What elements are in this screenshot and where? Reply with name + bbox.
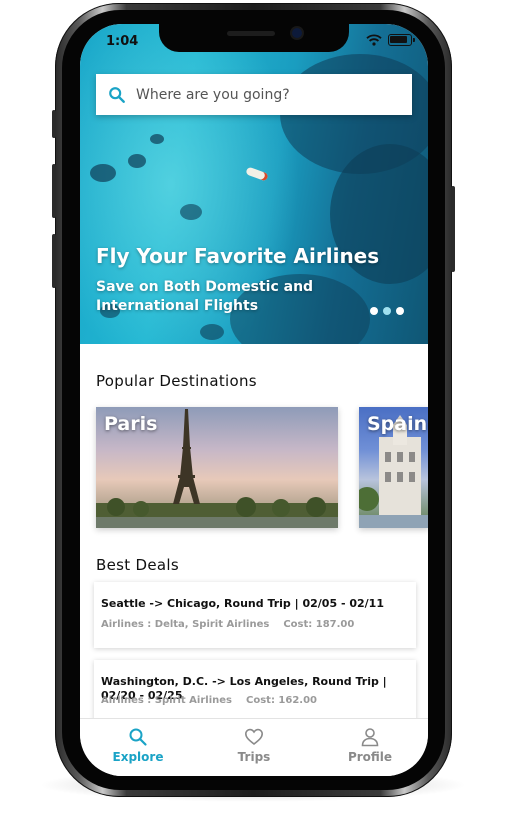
status-icons: [366, 34, 415, 46]
destination-carousel[interactable]: Paris Spain: [96, 407, 428, 529]
destination-label: Paris: [104, 413, 158, 435]
deal-card[interactable]: Seattle -> Chicago, Round Trip | 02/05 -…: [94, 582, 416, 648]
carousel-dot-active[interactable]: [383, 307, 391, 315]
reef-patch: [200, 324, 224, 340]
carousel-dot[interactable]: [370, 307, 378, 315]
wifi-icon: [366, 34, 382, 46]
battery-icon: [388, 34, 415, 46]
deal-route: Seattle -> Chicago, Round Trip | 02/05 -…: [101, 597, 384, 610]
deal-cost: Cost: 187.00: [283, 619, 355, 630]
power-button: [451, 186, 455, 272]
hero-title: Fly Your Favorite Airlines: [96, 244, 380, 268]
deal-airlines: Airlines : Delta, Spirit Airlines: [101, 619, 270, 630]
deal-airlines: Airlines : Spirit Airlines: [101, 695, 232, 706]
carousel-dot[interactable]: [396, 307, 404, 315]
tab-label: Explore: [112, 750, 164, 764]
destination-label: Spain: [367, 413, 428, 435]
front-camera: [292, 28, 302, 38]
carousel-indicator: [370, 307, 404, 315]
tab-trips[interactable]: Trips: [196, 719, 312, 776]
tab-label: Profile: [347, 750, 393, 764]
volume-down-button: [52, 234, 56, 288]
reef-patch: [128, 154, 146, 168]
popular-destinations-title: Popular Destinations: [96, 372, 257, 390]
tab-profile[interactable]: Profile: [312, 719, 428, 776]
reef-patch: [90, 164, 116, 182]
search-input[interactable]: [136, 86, 386, 103]
reef-patch: [150, 134, 164, 144]
volume-up-button: [52, 164, 56, 218]
search-bar[interactable]: [96, 74, 412, 115]
search-icon: [129, 728, 147, 746]
reef-patch: [180, 204, 202, 220]
mute-switch: [52, 110, 56, 138]
heart-icon: [244, 728, 264, 746]
deal-cost: Cost: 162.00: [246, 695, 318, 706]
tab-explore[interactable]: Explore: [80, 719, 196, 776]
user-icon: [361, 728, 379, 747]
destination-card-paris[interactable]: Paris: [96, 407, 338, 528]
speaker-grille: [227, 31, 275, 36]
status-time: 1:04: [106, 34, 139, 49]
tab-label: Trips: [237, 750, 271, 764]
tab-bar: Explore Trips Profile: [80, 718, 428, 776]
notch: [159, 24, 349, 52]
app-screen: Fly Your Favorite Airlines Save on Both …: [80, 24, 428, 776]
deal-meta: Airlines : Spirit Airlines Cost: 162.00: [101, 695, 331, 706]
best-deals-title: Best Deals: [96, 556, 179, 574]
deal-meta: Airlines : Delta, Spirit Airlines Cost: 1…: [101, 619, 368, 630]
hero-subtitle: Save on Both Domestic and International …: [96, 279, 314, 314]
destination-card-spain[interactable]: Spain: [359, 407, 428, 528]
hero-banner[interactable]: Fly Your Favorite Airlines Save on Both …: [80, 24, 428, 344]
search-icon: [109, 86, 125, 103]
